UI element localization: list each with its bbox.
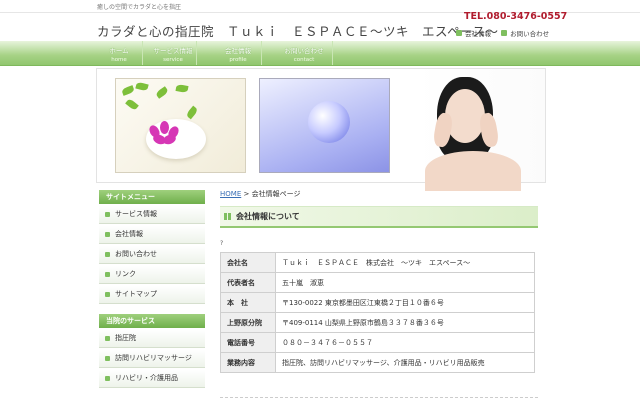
company-info-table: 会社名 Ｔｕｋｉ ＥＳＰＡＣＥ 株式会社 ～ツキ エスペース～ 代表者名 五十嵐… xyxy=(220,252,535,373)
breadcrumb-home-link[interactable]: HOME xyxy=(220,190,241,198)
sidebar-item-service[interactable]: サービス情報 xyxy=(99,206,205,224)
nav-contact[interactable]: お問い合わせ contact xyxy=(276,41,333,65)
header-link-contact[interactable]: お問い合わせ xyxy=(501,28,549,38)
table-row: 本 社 〒130-0022 東京都墨田区江東橋２丁目１０番６号 xyxy=(220,292,535,313)
square-bullet-icon xyxy=(105,376,110,381)
row-label: 電話番号 xyxy=(220,332,276,353)
sidebar-item-label: サイトマップ xyxy=(115,290,157,298)
square-bullet-icon xyxy=(105,252,110,257)
row-value: 〒409-0114 山梨県上野原市鶴島３３７８番３６号 xyxy=(275,312,535,333)
sidebar-item-label: リハビリ・介護用品 xyxy=(115,374,178,382)
sidebar-item-label: リンク xyxy=(115,270,136,278)
breadcrumb-separator: > xyxy=(241,190,252,198)
section-heading: 会社情報について xyxy=(220,206,538,228)
row-label: 本 社 xyxy=(220,292,276,313)
site-title[interactable]: カラダと心の指圧院 Ｔｕｋｉ ＥＳＰＡＣＥ～ツキ エスペース～ xyxy=(97,21,499,40)
row-label: 代表者名 xyxy=(220,272,276,293)
square-bullet-icon xyxy=(501,30,508,36)
global-nav: ホーム home サービス情報 service 会社情報 profile お問い… xyxy=(0,41,640,66)
square-bullet-icon xyxy=(105,272,110,277)
nav-sublabel: contact xyxy=(293,57,315,63)
hero-banner xyxy=(96,68,546,191)
sidebar-item-home-rehab[interactable]: 訪問リハビリマッサージ xyxy=(99,350,205,368)
sidebar-item-shiatsu[interactable]: 指圧院 xyxy=(99,330,205,348)
sidebar-item-care-goods[interactable]: リハビリ・介護用品 xyxy=(99,370,205,388)
sidebar-heading: 当院のサービス xyxy=(99,314,205,328)
table-row: 代表者名 五十嵐 淑恵 xyxy=(220,272,535,293)
section-heading-text: 会社情報について xyxy=(236,212,300,221)
nav-sublabel: home xyxy=(111,57,127,63)
table-row: 業務内容 指圧院、訪問リハビリマッサージ、介護用品・リハビリ用品販売 xyxy=(220,352,535,373)
breadcrumb: HOME > 会社情報ページ xyxy=(220,189,300,199)
header-link-label: 会社情報 xyxy=(465,30,491,38)
header-links: 会社情報 お問い合わせ xyxy=(456,28,557,38)
row-value: 五十嵐 淑恵 xyxy=(275,272,535,293)
row-value: Ｔｕｋｉ ＥＳＰＡＣＥ 株式会社 ～ツキ エスペース～ xyxy=(275,252,535,273)
header-link-label: お問い合わせ xyxy=(510,30,550,38)
nav-sublabel: service xyxy=(163,57,183,63)
nav-label: サービス情報 xyxy=(153,47,193,55)
sidebar-item-label: お問い合わせ xyxy=(115,250,157,258)
phone-number: TEL.080-3476-0557 xyxy=(464,11,568,22)
square-bullet-icon xyxy=(105,356,110,361)
row-label: 業務内容 xyxy=(220,352,276,373)
stray-question-mark: ? xyxy=(220,240,224,247)
nav-home[interactable]: ホーム home xyxy=(96,41,143,65)
table-row: 上野原分院 〒409-0114 山梨県上野原市鶴島３３７８番３６号 xyxy=(220,312,535,333)
sidebar-item-label: 訪問リハビリマッサージ xyxy=(115,354,192,362)
sidebar-item-label: 会社情報 xyxy=(115,230,143,238)
nav-service[interactable]: サービス情報 service xyxy=(150,41,197,65)
row-label: 会社名 xyxy=(220,252,276,273)
square-bullet-icon xyxy=(105,336,110,341)
row-value: ０８０－３４７６－０５５７ xyxy=(275,332,535,353)
grid-icon xyxy=(224,213,231,220)
square-bullet-icon xyxy=(105,292,110,297)
sidebar-item-links[interactable]: リンク xyxy=(99,266,205,284)
nav-label: お問い合わせ xyxy=(284,47,324,55)
breadcrumb-current: 会社情報ページ xyxy=(251,190,301,198)
woman-photo xyxy=(415,69,545,191)
sidebar-item-label: サービス情報 xyxy=(115,210,157,218)
nav-profile[interactable]: 会社情報 profile xyxy=(215,41,262,65)
sidebar-site-menu: サイトメニュー サービス情報 会社情報 お問い合わせ リンク サイトマップ xyxy=(99,190,205,304)
sidebar-heading: サイトメニュー xyxy=(99,190,205,204)
sidebar-item-label: 指圧院 xyxy=(115,334,136,342)
square-bullet-icon xyxy=(105,232,110,237)
row-value: 指圧院、訪問リハビリマッサージ、介護用品・リハビリ用品販売 xyxy=(275,352,535,373)
sidebar-item-contact[interactable]: お問い合わせ xyxy=(99,246,205,264)
sidebar-item-sitemap[interactable]: サイトマップ xyxy=(99,286,205,304)
nav-sublabel: profile xyxy=(229,57,247,63)
square-bullet-icon xyxy=(105,212,110,217)
table-row: 電話番号 ０８０－３４７６－０５５７ xyxy=(220,332,535,353)
flower-photo xyxy=(115,78,246,173)
site-tagline: 癒しの空間でカラダと心を指圧 xyxy=(97,4,182,11)
nav-label: ホーム xyxy=(109,47,129,55)
row-value: 〒130-0022 東京都墨田区江東橋２丁目１０番６号 xyxy=(275,292,535,313)
crystal-ball-photo xyxy=(259,78,390,173)
table-row: 会社名 Ｔｕｋｉ ＥＳＰＡＣＥ 株式会社 ～ツキ エスペース～ xyxy=(220,252,535,273)
sidebar-services: 当院のサービス 指圧院 訪問リハビリマッサージ リハビリ・介護用品 xyxy=(99,314,205,388)
divider xyxy=(220,397,538,398)
row-label: 上野原分院 xyxy=(220,312,276,333)
square-bullet-icon xyxy=(456,30,462,36)
nav-label: 会社情報 xyxy=(225,47,251,55)
sidebar-item-company[interactable]: 会社情報 xyxy=(99,226,205,244)
header-link-company[interactable]: 会社情報 xyxy=(456,28,491,38)
